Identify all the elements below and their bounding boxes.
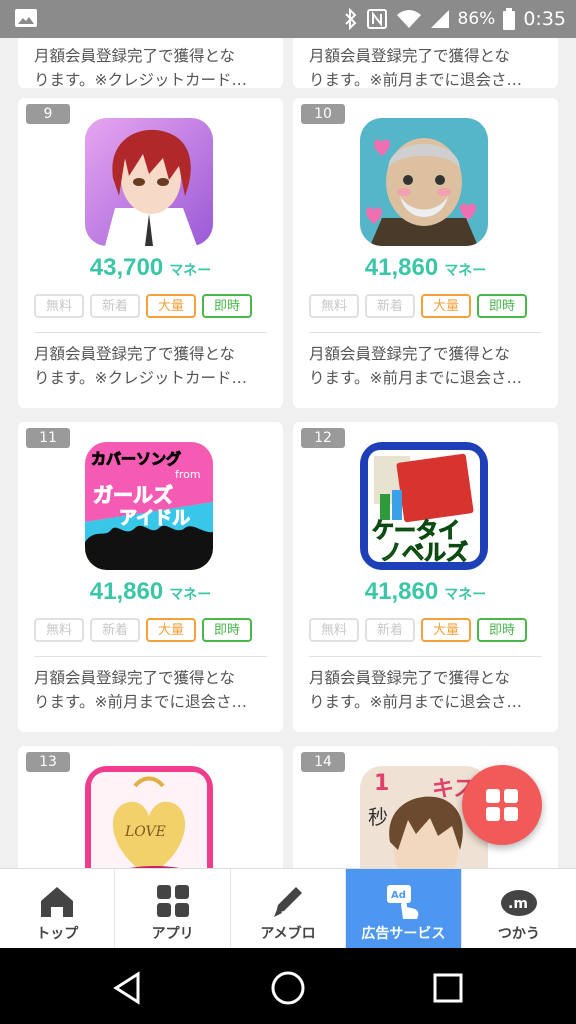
tag-instant: 即時 [202,294,252,318]
anime-boy-red-hair-icon[interactable] [85,118,213,246]
tab-label: アプリ [151,926,194,942]
tab-apps[interactable]: アプリ [115,869,231,949]
tag-free: 無料 [34,618,84,642]
tag-bulk: 大量 [421,294,471,318]
offer-feed[interactable]: 月額会員登録完了で獲得とな ります。※クレジットカード… 月額会員登録完了で獲得… [0,38,576,868]
offer-description: 月額会員登録完了で獲得とな ります。※前月までに退会さ… [34,669,247,711]
tag-free: 無料 [309,294,359,318]
tab-label: トップ [36,926,79,942]
tag-free: 無料 [34,294,84,318]
love-heart-icon[interactable]: LOVE [85,766,213,868]
money-icon: .m [500,890,537,916]
home-nav-icon[interactable] [266,966,310,1010]
offer-card[interactable]: 13 LOVE [18,746,283,868]
ad-tap-icon: Ad [387,885,419,919]
offer-description: 月額会員登録完了で獲得とな ります。※前月までに退会さ… [309,345,522,387]
grid-icon [486,789,518,821]
reward-amount: 41,860 マネー [89,578,212,605]
offer-card[interactable]: 10 41,860 マネー 無料 新着 大量 即時 月額会員登録完了で獲得とな … [293,98,558,408]
svg-text:from: from [175,468,201,481]
divider [34,656,267,657]
image-icon [15,9,37,27]
tag-instant: 即時 [477,294,527,318]
grid-icon [156,885,189,917]
tag-new: 新着 [90,618,140,642]
bottom-tab-bar: トップ アプリ アメブロ Ad 広告サービス .m つかう [0,868,576,949]
tag-instant: 即時 [477,618,527,642]
status-bar: 86% 0:35 [0,0,576,38]
home-icon [41,887,74,917]
tag-bulk: 大量 [146,618,196,642]
rank-badge: 12 [301,428,345,448]
offer-card[interactable]: 月額会員登録完了で獲得とな ります。※前月までに退会さ… [293,38,558,88]
tag-list: 無料 新着 大量 即時 [34,618,252,642]
svg-text:アイドル: アイドル [119,508,190,529]
recents-icon[interactable] [426,966,470,1010]
tag-instant: 即時 [202,618,252,642]
tag-new: 新着 [365,294,415,318]
offer-card[interactable]: 9 43,700 マネー 無料 新着 大量 即時 月額会員登録完了で獲得とな り… [18,98,283,408]
rank-badge: 11 [26,428,70,448]
wifi-icon [396,10,421,28]
reward-amount: 43,700 マネー [89,254,212,281]
svg-text:1: 1 [374,771,389,796]
rank-badge: 13 [26,752,70,772]
tag-list: 無料 新着 大量 即時 [34,294,252,318]
signal-icon [430,10,449,28]
tab-top[interactable]: トップ [0,869,116,949]
tab-label: 広告サービス [361,926,446,942]
offer-description: 月額会員登録完了で獲得とな ります。※前月までに退会さ… [309,669,522,711]
tag-new: 新着 [365,618,415,642]
svg-text:ガールズ: ガールズ [93,483,173,507]
tag-bulk: 大量 [421,618,471,642]
tag-free: 無料 [309,618,359,642]
battery-icon [503,8,516,30]
svg-text:カバーソング: カバーソング [91,450,181,468]
reward-amount: 41,860 マネー [364,578,487,605]
offer-description: 月額会員登録完了で獲得とな ります。※クレジットカード… [34,345,247,387]
rank-badge: 9 [26,104,70,124]
tag-list: 無料 新着 大量 即時 [309,294,527,318]
offer-card[interactable]: 12 ケータイ ノベルズ 41,860 マネー 無料 新着 大量 即時 月額会員登 [293,422,558,732]
pencil-icon [274,887,303,917]
tag-list: 無料 新着 大量 即時 [309,618,527,642]
apps-menu-button[interactable] [462,765,542,845]
cover-song-girls-idol-icon[interactable]: カバーソング from ガールズ アイドル [85,442,213,570]
reward-amount: 41,860 マネー [364,254,487,281]
divider [309,332,542,333]
tab-use[interactable]: .m つかう [462,869,576,949]
old-man-hearts-icon[interactable] [360,118,488,246]
offer-description: 月額会員登録完了で獲得とな ります。※前月までに退会さ… [309,47,522,88]
svg-text:LOVE: LOVE [124,824,166,840]
offer-card[interactable]: 11 カバーソング from ガールズ アイドル 41,860 マネー 無料 新着… [18,422,283,732]
clock: 0:35 [523,8,566,30]
back-icon[interactable] [106,966,150,1010]
nfc-icon [366,9,387,29]
divider [309,656,542,657]
svg-text:.m: .m [508,896,528,912]
divider [34,332,267,333]
rank-badge: 10 [301,104,345,124]
tab-ad-service[interactable]: Ad 広告サービス [346,869,462,949]
svg-text:ノベルズ: ノベルズ [380,540,468,566]
offer-description: 月額会員登録完了で獲得とな ります。※クレジットカード… [34,47,247,88]
keitai-novels-icon[interactable]: ケータイ ノベルズ [360,442,488,570]
tab-label: つかう [497,926,540,942]
svg-text:秒: 秒 [368,805,388,829]
svg-text:Ad: Ad [391,890,406,901]
battery-percent: 86% [457,9,496,29]
system-nav-bar [0,948,576,1024]
tag-new: 新着 [90,294,140,318]
tag-bulk: 大量 [146,294,196,318]
rank-badge: 14 [301,752,345,772]
bluetooth-icon [344,8,356,30]
tab-ameblo[interactable]: アメブロ [231,869,347,949]
offer-card[interactable]: 月額会員登録完了で獲得とな ります。※クレジットカード… [18,38,283,88]
tab-label: アメブロ [260,926,316,942]
